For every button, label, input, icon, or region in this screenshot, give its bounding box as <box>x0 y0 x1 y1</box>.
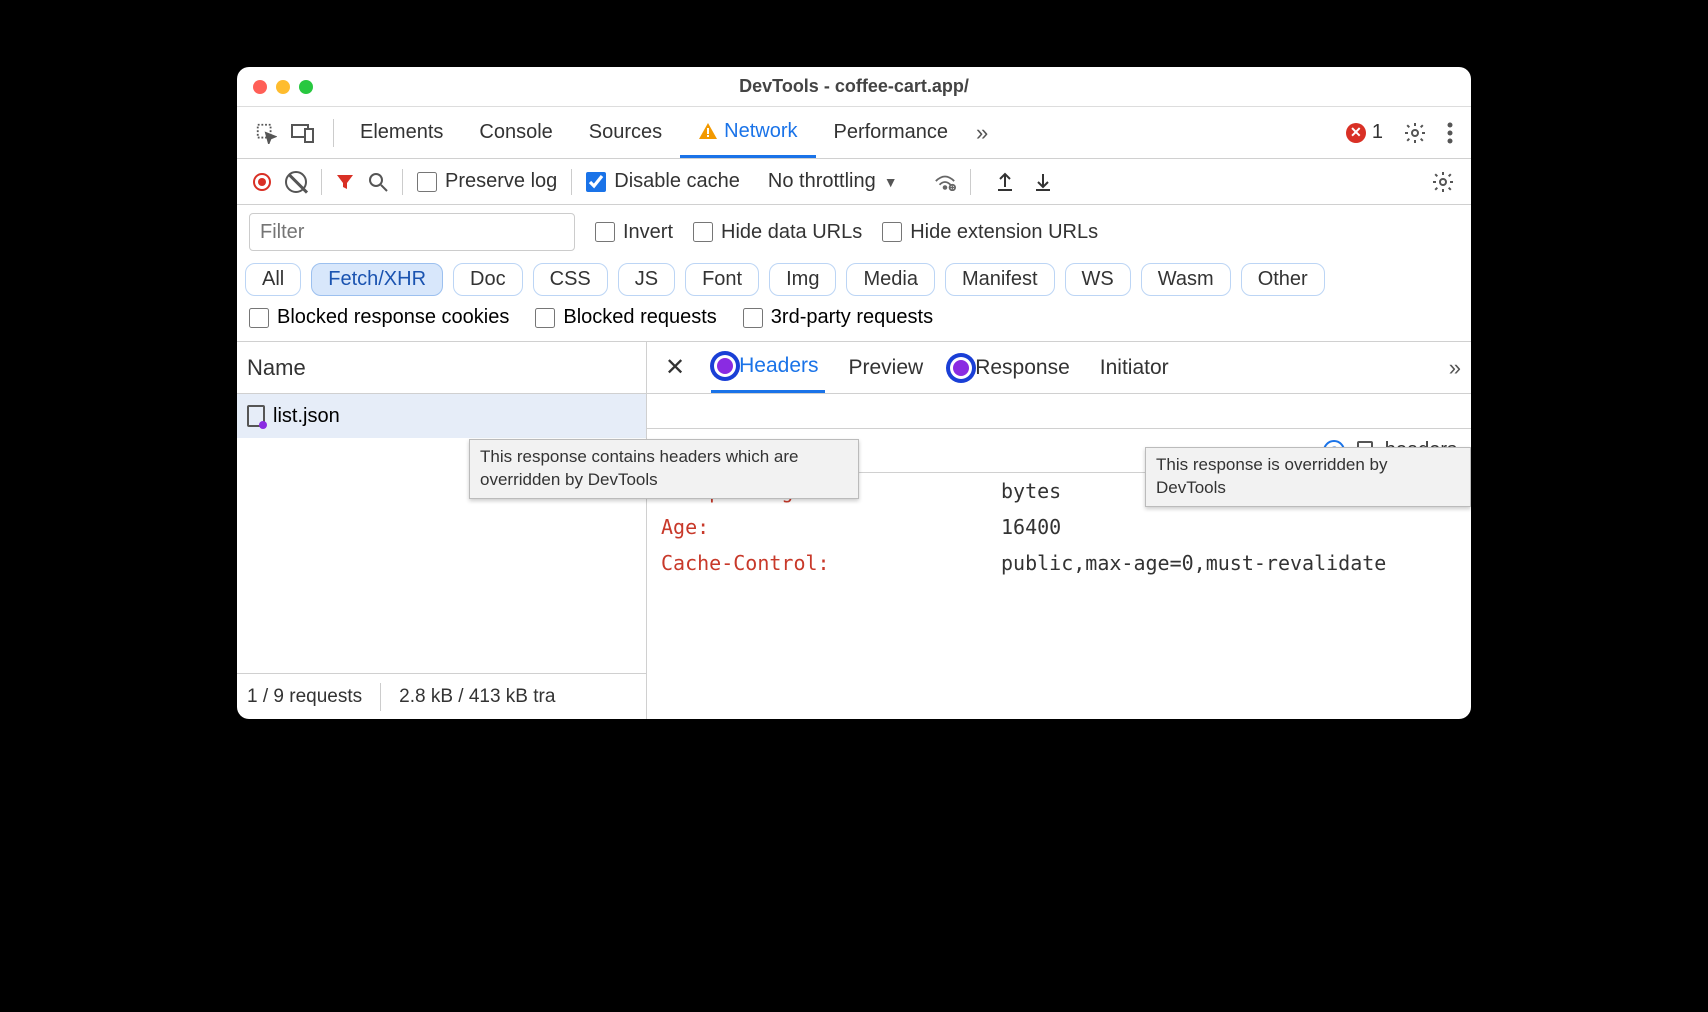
tab-headers[interactable]: Headers <box>711 342 824 393</box>
tab-elements[interactable]: Elements <box>342 107 461 158</box>
tab-response[interactable]: Response <box>947 342 1076 393</box>
header-row: Age:16400 <box>647 509 1471 545</box>
network-settings-icon[interactable] <box>1431 170 1455 194</box>
type-chip-js[interactable]: JS <box>618 263 675 296</box>
tab-initiator[interactable]: Initiator <box>1094 342 1175 393</box>
type-chip-ws[interactable]: WS <box>1065 263 1131 296</box>
more-detail-tabs-button[interactable]: » <box>1449 355 1461 381</box>
window-title: DevTools - coffee-cart.app/ <box>237 76 1471 97</box>
main-tabs: Elements Console Sources Network Perform… <box>237 107 1471 159</box>
inspect-element-icon[interactable] <box>255 122 277 144</box>
throttling-value: No throttling <box>768 170 876 193</box>
filter-input[interactable] <box>249 213 575 251</box>
record-button[interactable] <box>253 173 271 191</box>
header-value: 16400 <box>1001 515 1457 539</box>
kebab-menu-icon[interactable] <box>1437 122 1463 144</box>
override-indicator-icon <box>953 360 969 376</box>
tab-performance[interactable]: Performance <box>816 107 967 158</box>
error-count-value: 1 <box>1372 121 1383 144</box>
warning-icon <box>698 122 718 140</box>
hide-ext-label: Hide extension URLs <box>910 221 1098 244</box>
request-count: 1 / 9 requests <box>247 686 362 708</box>
type-chip-img[interactable]: Img <box>769 263 836 296</box>
header-key: Age: <box>661 515 1001 539</box>
override-indicator-icon <box>717 358 733 374</box>
throttling-dropdown[interactable]: No throttling ▼ <box>754 170 912 193</box>
request-name: list.json <box>273 405 340 428</box>
type-chip-font[interactable]: Font <box>685 263 759 296</box>
split-pane: Name list.json 1 / 9 requests 2.8 kB / 4… <box>237 342 1471 719</box>
titlebar: DevTools - coffee-cart.app/ <box>237 67 1471 107</box>
type-chip-css[interactable]: CSS <box>533 263 608 296</box>
network-toolbar: Preserve log Disable cache No throttling… <box>237 159 1471 205</box>
disable-cache-label: Disable cache <box>614 170 740 193</box>
type-chip-manifest[interactable]: Manifest <box>945 263 1055 296</box>
request-list-header[interactable]: Name <box>237 342 646 394</box>
headers-override-tooltip: This response contains headers which are… <box>469 439 859 499</box>
tab-network[interactable]: Network <box>680 107 815 158</box>
request-list-pane: Name list.json 1 / 9 requests 2.8 kB / 4… <box>237 342 647 719</box>
chevron-down-icon: ▼ <box>884 174 898 190</box>
network-conditions-icon[interactable] <box>934 173 956 191</box>
header-key: Cache-Control: <box>661 551 1001 575</box>
request-status-bar: 1 / 9 requests 2.8 kB / 413 kB tra <box>237 673 646 719</box>
transfer-size: 2.8 kB / 413 kB tra <box>399 686 555 708</box>
preserve-log-checkbox[interactable]: Preserve log <box>417 170 557 193</box>
download-har-icon[interactable] <box>1033 171 1053 193</box>
invert-label: Invert <box>623 221 673 244</box>
type-chip-media[interactable]: Media <box>846 263 934 296</box>
type-chip-all[interactable]: All <box>245 263 301 296</box>
third-party-checkbox[interactable]: 3rd-party requests <box>743 306 933 329</box>
tab-console[interactable]: Console <box>461 107 570 158</box>
disable-cache-checkbox[interactable]: Disable cache <box>586 170 740 193</box>
tab-response-label: Response <box>975 356 1070 380</box>
blocked-requests-checkbox[interactable]: Blocked requests <box>535 306 716 329</box>
tab-headers-label: Headers <box>739 354 818 378</box>
type-chip-wasm[interactable]: Wasm <box>1141 263 1231 296</box>
detail-tabs: ✕ Headers Preview Response Initiator » <box>647 342 1471 394</box>
response-override-tooltip: This response is overridden by DevTools <box>1145 447 1471 507</box>
devtools-window: DevTools - coffee-cart.app/ Elements Con… <box>237 67 1471 719</box>
hide-data-urls-checkbox[interactable]: Hide data URLs <box>693 221 862 244</box>
tab-network-label: Network <box>724 120 797 143</box>
clear-button[interactable] <box>285 171 307 193</box>
type-chip-fetchxhr[interactable]: Fetch/XHR <box>311 263 443 296</box>
filter-icon[interactable] <box>336 173 354 191</box>
request-row[interactable]: list.json <box>237 394 646 438</box>
header-value: public,max-age=0,must-revalidate <box>1001 551 1457 575</box>
device-toolbar-icon[interactable] <box>291 123 315 143</box>
filter-row: Invert Hide data URLs Hide extension URL… <box>237 205 1471 259</box>
tab-sources[interactable]: Sources <box>571 107 680 158</box>
detail-pane: ✕ Headers Preview Response Initiator » R… <box>647 342 1471 719</box>
preserve-log-label: Preserve log <box>445 170 557 193</box>
invert-checkbox[interactable]: Invert <box>595 221 673 244</box>
blocked-cookies-checkbox[interactable]: Blocked response cookies <box>249 306 509 329</box>
type-filter-chips: All Fetch/XHR Doc CSS JS Font Img Media Manifest… <box>237 259 1471 300</box>
upload-har-icon[interactable] <box>995 171 1015 193</box>
error-icon: ✕ <box>1346 123 1366 143</box>
type-chip-other[interactable]: Other <box>1241 263 1325 296</box>
close-detail-button[interactable]: ✕ <box>657 353 693 382</box>
error-count[interactable]: ✕ 1 <box>1336 121 1393 144</box>
type-chip-doc[interactable]: Doc <box>453 263 523 296</box>
settings-icon[interactable] <box>1393 121 1437 145</box>
header-row: Cache-Control:public,max-age=0,must-reva… <box>647 545 1471 581</box>
tab-preview[interactable]: Preview <box>843 342 930 393</box>
blocked-filter-row: Blocked response cookies Blocked request… <box>237 300 1471 342</box>
file-icon <box>247 405 265 427</box>
more-tabs-button[interactable]: » <box>966 120 998 146</box>
hide-extension-urls-checkbox[interactable]: Hide extension URLs <box>882 221 1098 244</box>
search-icon[interactable] <box>368 172 388 192</box>
hide-data-label: Hide data URLs <box>721 221 862 244</box>
